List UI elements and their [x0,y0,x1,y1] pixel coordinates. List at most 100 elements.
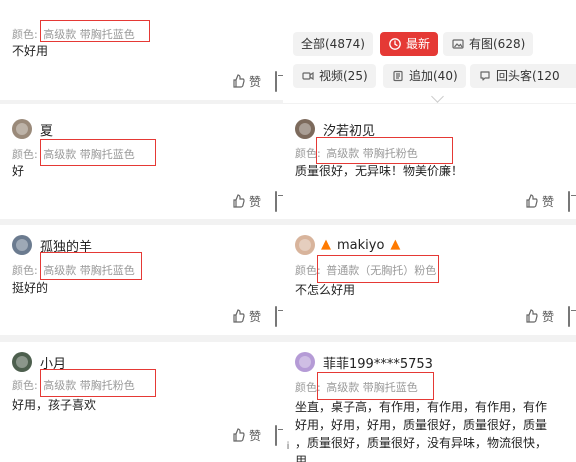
spec-text: 高级款 带胸托粉色 [43,379,135,392]
thumb-up-icon [524,194,538,208]
like-button[interactable]: 赞 [231,427,261,444]
chat-icon [478,69,492,83]
avatar [295,235,315,255]
username: 孤独的羊 [40,239,93,255]
review-meta: 颜色: 高级款 带胸托蓝色 [295,379,418,395]
review-text: 好用，孩子喜欢 [12,398,97,412]
review-user[interactable]: 孤独的羊 [12,235,92,255]
color-label: 颜色: [295,381,321,394]
review-user[interactable]: 菲菲199****5753 [295,352,433,372]
review-actions: 赞 [231,190,283,212]
spec-text: 普通款（无胸托）粉色 [326,264,437,277]
review-text-line: 用 [295,454,308,462]
spec-text: 高级款 带胸托蓝色 [43,148,135,161]
filter-chip-returning[interactable]: 回头客(120 [470,64,576,88]
color-label: 颜色: [295,264,321,277]
spec-text: 高级款 带胸托蓝色 [43,28,135,41]
filter-label: 最新 [406,37,431,51]
like-button[interactable]: 赞 [524,193,554,210]
avatar [295,119,315,139]
avatar [295,352,315,372]
comment-button[interactable] [275,70,277,92]
color-label: 颜色: [12,379,38,392]
color-label: 颜色: [12,264,38,277]
review-card: 颜色: 高级款 带胸托蓝色 不好用 赞 [0,0,283,100]
review-filters: 全部(4874) 最新 有图(628) 视频(25) 追加(40) 回头客(12… [283,0,576,103]
like-button[interactable]: 赞 [524,308,554,325]
review-text: 不怎么好用 [295,283,356,297]
comment-icon [275,305,277,327]
video-icon [301,69,315,83]
comment-icon [275,70,277,92]
comment-button[interactable] [275,424,277,446]
filter-chip-video[interactable]: 视频(25) [293,64,376,88]
like-button[interactable]: 赞 [231,73,261,90]
like-label: 赞 [541,309,554,324]
carrot-icon: ▲ [321,237,331,252]
avatar [12,352,32,372]
comment-icon [275,424,277,446]
avatar [12,235,32,255]
username: 菲菲199****5753 [323,356,433,372]
review-actions: 赞 [231,305,283,327]
review-actions: 赞 [231,70,283,92]
filter-chip-all[interactable]: 全部(4874) [293,32,373,56]
review-meta: 颜色: 高级款 带胸托蓝色 [12,146,135,162]
filter-chip-latest[interactable]: 最新 [380,32,439,56]
like-label: 赞 [541,194,554,209]
review-text: 挺好的 [12,281,49,295]
review-user[interactable]: 小月 [12,352,66,372]
review-meta: 颜色: 高级款 带胸托蓝色 [12,26,135,42]
avatar [12,119,32,139]
like-label: 赞 [248,194,261,209]
like-button[interactable]: 赞 [231,308,261,325]
color-label: 颜色: [12,28,38,41]
like-label: 赞 [248,74,261,89]
filter-label: 回头客(120 [496,69,560,83]
filter-chip-photos[interactable]: 有图(628) [443,32,534,56]
like-label: 赞 [248,309,261,324]
spec-text: 高级款 带胸托蓝色 [43,264,135,277]
review-text-line: 坐直，桌子高，有作用，有作用，有作用，有作 [295,400,548,414]
thumb-up-icon [231,309,245,323]
review-text: 坐直，桌子高，有作用，有作用，有作用，有作 好用，好用，好用，质量很好，质量很好… [295,398,568,462]
info-button[interactable]: i [282,438,294,456]
carrot-icon: ▲ [390,237,401,252]
review-text: 好 [12,164,25,178]
filter-chip-followup[interactable]: 追加(40) [383,64,466,88]
review-text: 质量很好，无异味！物美价廉！ [295,164,464,178]
review-actions: 赞 [231,424,283,446]
color-label: 颜色: [12,148,38,161]
review-card: 菲菲199****5753 颜色: 高级款 带胸托蓝色 坐直，桌子高，有作用，有… [283,342,576,462]
filter-label: 全部(4874) [301,37,365,51]
spec-text: 高级款 带胸托蓝色 [326,381,418,394]
review-text: 不好用 [12,44,49,58]
review-text-line: ，质量很好，质量很好，没有异味，物流很快， [295,436,548,450]
comment-button[interactable] [275,190,277,212]
filter-label: 有图(628) [469,37,526,51]
review-meta: 颜色: 高级款 带胸托粉色 [12,377,135,393]
comment-button[interactable] [275,305,277,327]
comment-button[interactable] [568,190,570,212]
review-meta: 颜色: 高级款 带胸托粉色 [295,145,418,161]
review-card: 小月 颜色: 高级款 带胸托粉色 好用，孩子喜欢 赞 [0,342,283,462]
thumb-up-icon [231,74,245,88]
review-user[interactable]: ▲ makiyo ▲ [295,235,400,255]
color-label: 颜色: [295,147,321,160]
review-meta: 颜色: 普通款（无胸托）粉色 [295,262,436,278]
comment-icon [568,190,570,212]
review-user[interactable]: 夏 [12,119,53,139]
clock-icon [388,37,402,51]
filter-label: 视频(25) [319,69,368,83]
review-user[interactable]: 汐若初见 [295,119,375,139]
filter-label: 追加(40) [409,69,458,83]
like-label: 赞 [248,428,261,443]
note-icon [391,69,405,83]
thumb-up-icon [524,309,538,323]
review-actions: 赞 [524,190,576,212]
chevron-down-icon[interactable] [431,90,444,103]
comment-button[interactable] [568,305,570,327]
review-card: 夏 颜色: 高级款 带胸托蓝色 好 赞 [0,104,283,219]
review-card: 孤独的羊 颜色: 高级款 带胸托蓝色 挺好的 赞 [0,225,283,335]
like-button[interactable]: 赞 [231,193,261,210]
